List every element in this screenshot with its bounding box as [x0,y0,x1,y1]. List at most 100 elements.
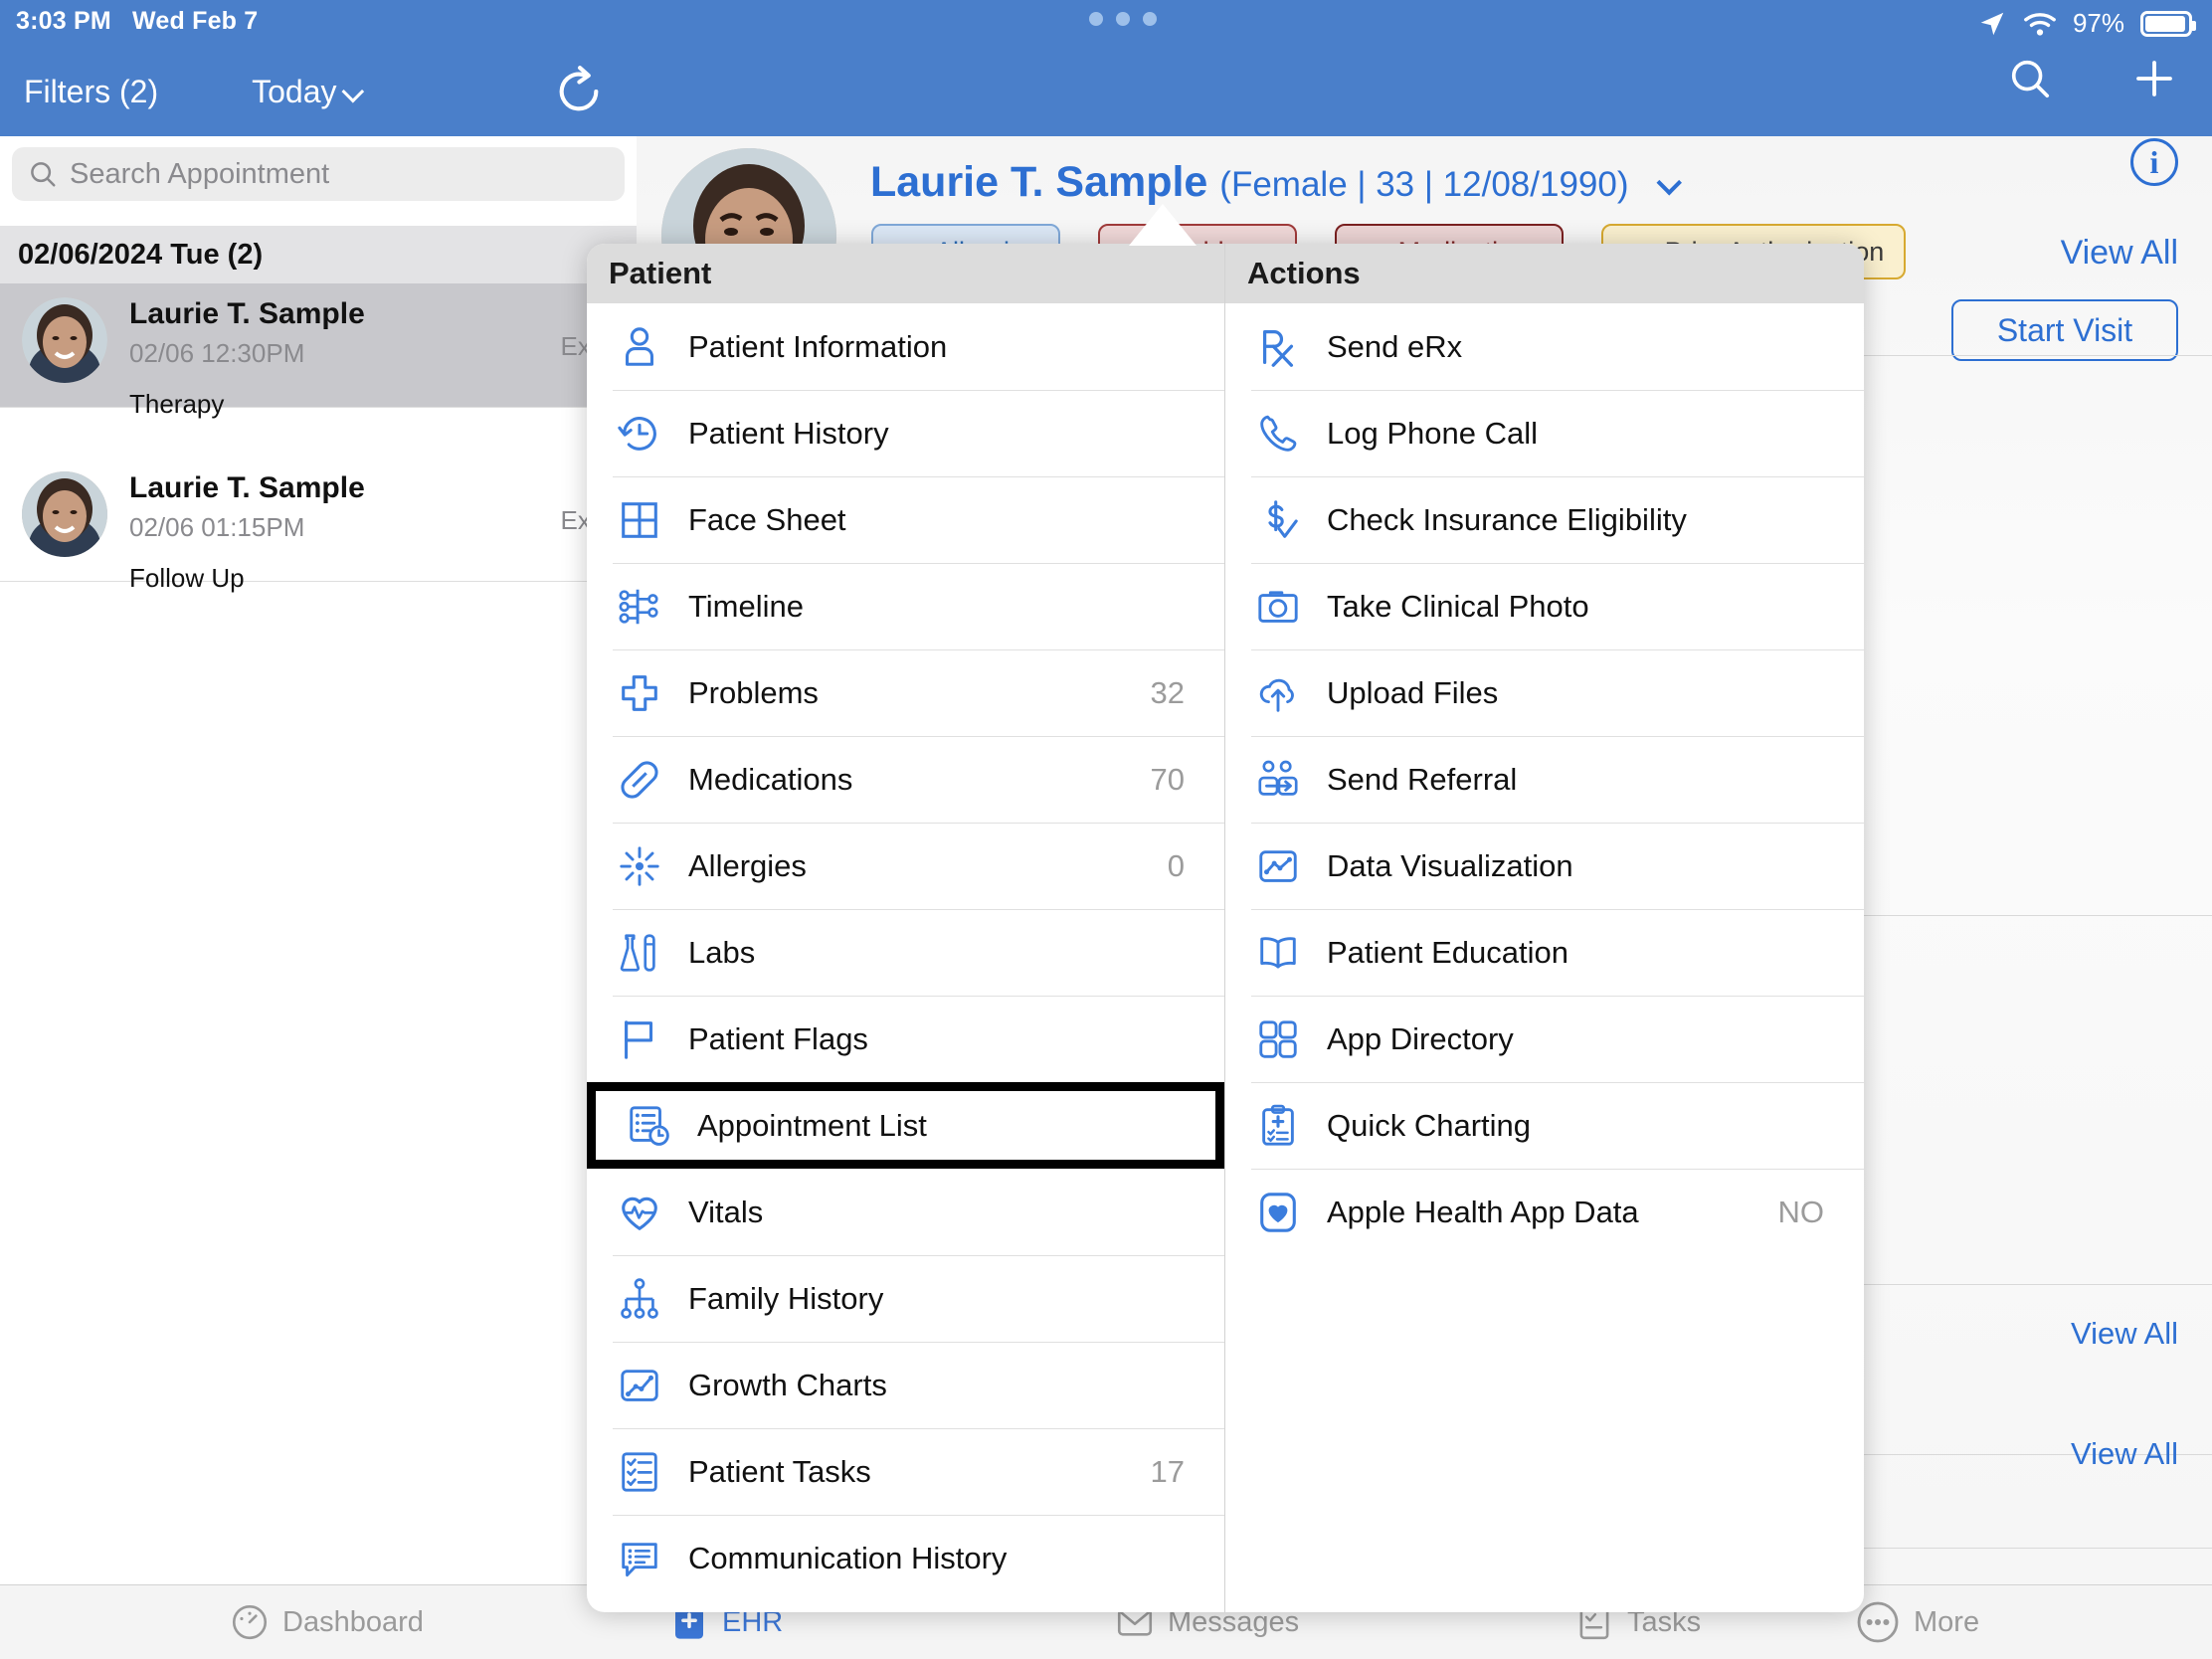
status-date: Wed Feb 7 [132,7,259,35]
view-all-link-top[interactable]: View All [2061,234,2178,273]
menu-item-label: Send Referral [1327,761,1518,797]
tab-more[interactable]: More [1854,1598,1979,1646]
checklist-icon [613,1445,666,1499]
menu-item-label: Patient Information [688,328,948,364]
appointment-list-item[interactable]: Laurie T. Sample 02/06 12:30PM Exam Ther… [0,283,637,419]
search-bar-container: Search Appointment [0,136,637,212]
info-icon[interactable]: i [2130,138,2178,186]
chevron-down-icon[interactable] [1656,170,1683,196]
menu-item-count: 32 [1150,674,1185,710]
menu-item-label: Problems [688,674,819,710]
chevron-down-icon [341,80,364,102]
data-viz-icon [1251,839,1305,893]
menu-item-data-visualization[interactable]: Data Visualization [1225,823,1864,909]
tab-dashboard[interactable]: Dashboard [229,1601,424,1643]
battery-percent-label: 97% [2072,8,2124,38]
comm-history-icon [613,1532,666,1585]
view-all-link-middle[interactable]: View All [2071,1316,2178,1352]
menu-item-label: Quick Charting [1327,1107,1532,1143]
appointment-patient-name: Laurie T. Sample [129,471,365,504]
menu-item-send-erx[interactable]: Send eRx [1225,303,1864,390]
appointment-details: Laurie T. Sample 02/06 01:15PM Exam Foll… [129,471,637,594]
appointment-list-item[interactable]: Laurie T. Sample 02/06 01:15PM Exam Foll… [0,458,637,593]
menu-item-send-referral[interactable]: Send Referral [1225,736,1864,823]
popover-actions-column: Actions Send eRx Log Phone Call Check In… [1225,244,1864,1612]
patient-demographics-label: (Female | 33 | 12/08/1990) [1219,165,1629,204]
menu-item-label: Check Insurance Eligibility [1327,501,1687,537]
view-all-link-lower[interactable]: View All [2071,1436,2178,1472]
search-input[interactable]: Search Appointment [12,147,625,201]
filters-button[interactable]: Filters (2) [24,74,158,110]
patient-name-label: Laurie T. Sample [870,158,1208,206]
menu-item-growth-charts[interactable]: Growth Charts [587,1342,1224,1428]
flag-icon [613,1013,666,1066]
drag-dots-handle[interactable] [1089,12,1157,26]
menu-item-label: Family History [688,1280,884,1316]
menu-item-medications[interactable]: Medications 70 [587,736,1224,823]
menu-item-apple-health-app-data[interactable]: Apple Health App Data NO [1225,1169,1864,1255]
nav-icon-group [2007,55,2178,102]
menu-item-take-clinical-photo[interactable]: Take Clinical Photo [1225,563,1864,649]
refresh-icon[interactable] [553,66,605,117]
app-grid-icon [1251,1013,1305,1066]
menu-item-count: 0 [1167,847,1185,883]
menu-item-appointment-list[interactable]: Appointment List [587,1082,1224,1169]
menu-item-app-directory[interactable]: App Directory [1225,996,1864,1082]
menu-item-face-sheet[interactable]: Face Sheet [587,476,1224,563]
tab-label: Dashboard [282,1605,424,1638]
search-icon[interactable] [2007,56,2053,101]
rx-icon [1251,320,1305,374]
menu-item-label: Data Visualization [1327,847,1573,883]
book-icon [1251,926,1305,980]
popover-patient-list: Patient Information Patient History Face… [587,303,1224,1601]
menu-item-check-insurance-eligibility[interactable]: Check Insurance Eligibility [1225,476,1864,563]
menu-item-upload-files[interactable]: Upload Files [1225,649,1864,736]
menu-item-communication-history[interactable]: Communication History [587,1515,1224,1601]
menu-item-family-history[interactable]: Family History [587,1255,1224,1342]
menu-item-label: Growth Charts [688,1367,887,1402]
avatar [22,297,107,383]
menu-item-allergies[interactable]: Allergies 0 [587,823,1224,909]
pill-icon [613,753,666,807]
dollar-check-icon [1251,493,1305,547]
popover-patient-title: Patient [587,244,1224,303]
person-icon [613,320,666,374]
menu-item-problems[interactable]: Problems 32 [587,649,1224,736]
menu-item-timeline[interactable]: Timeline [587,563,1224,649]
avatar [22,471,107,557]
start-visit-button[interactable]: Start Visit [1951,299,2178,361]
menu-item-label: Patient Education [1327,934,1569,970]
menu-item-patient-information[interactable]: Patient Information [587,303,1224,390]
status-bar-right: 97% [1977,8,2196,39]
menu-item-patient-education[interactable]: Patient Education [1225,909,1864,996]
menu-item-label: Vitals [688,1194,764,1229]
menu-item-label: Allergies [688,847,807,883]
tab-label: More [1914,1605,1980,1638]
patient-name-button[interactable]: Laurie T. Sample (Female | 33 | 12/08/19… [870,158,1683,207]
sidebar-toolbar: Filters (2) Today [0,47,637,136]
appointment-patient-name: Laurie T. Sample [129,297,365,330]
day-group-header: 02/06/2024 Tue (2) [0,226,637,283]
menu-item-label: Apple Health App Data [1327,1194,1639,1229]
menu-item-log-phone-call[interactable]: Log Phone Call [1225,390,1864,476]
menu-item-labs[interactable]: Labs [587,909,1224,996]
popover-actions-title: Actions [1225,244,1864,303]
menu-item-patient-flags[interactable]: Patient Flags [587,996,1224,1082]
ehr-menu-popover: Patient Patient Information Patient Hist… [587,244,1864,1612]
search-placeholder: Search Appointment [70,157,330,190]
cloud-upload-icon [1251,666,1305,720]
camera-icon [1251,580,1305,634]
menu-item-quick-charting[interactable]: Quick Charting [1225,1082,1864,1169]
today-dropdown[interactable]: Today [252,74,364,110]
menu-item-vitals[interactable]: Vitals [587,1169,1224,1255]
menu-item-label: Communication History [688,1540,1008,1575]
gauge-icon [229,1601,271,1643]
plus-icon[interactable] [2130,55,2178,102]
menu-item-label: Labs [688,934,756,970]
top-navigation-bar: 97% [637,0,2212,136]
popover-actions-list: Send eRx Log Phone Call Check Insurance … [1225,303,1864,1255]
medical-cross-icon [613,666,666,720]
heart-pulse-icon [613,1186,666,1239]
menu-item-patient-history[interactable]: Patient History [587,390,1224,476]
menu-item-patient-tasks[interactable]: Patient Tasks 17 [587,1428,1224,1515]
